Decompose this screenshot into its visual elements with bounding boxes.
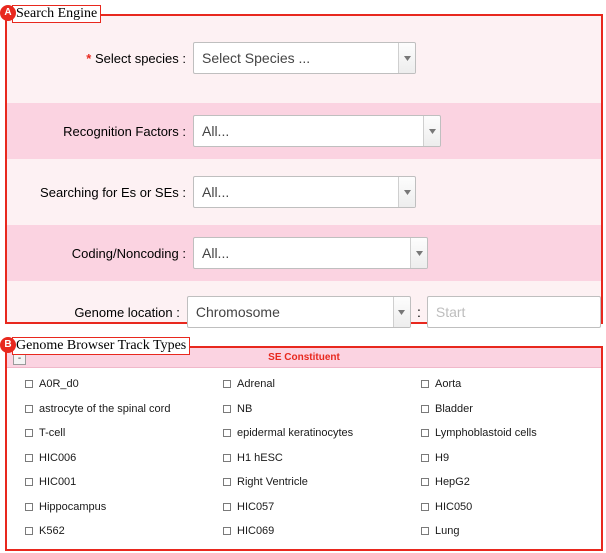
checkbox-icon[interactable] <box>421 503 429 511</box>
track-item[interactable]: T-cell <box>7 421 205 446</box>
track-item[interactable]: HepG2 <box>403 470 601 495</box>
track-item-label: A0R_d0 <box>39 378 79 390</box>
checkbox-icon[interactable] <box>25 503 33 511</box>
track-item-label: HIC050 <box>435 501 472 513</box>
track-item-label: H1 hESC <box>237 452 283 464</box>
track-item-label: Lung <box>435 525 459 537</box>
track-types-panel: - SE Constituent A0R_d0 Adrenal Aorta as… <box>5 346 603 551</box>
track-item-label: Lymphoblastoid cells <box>435 427 537 439</box>
track-item[interactable]: Adrenal <box>205 372 403 397</box>
track-item-label: HIC001 <box>39 476 76 488</box>
track-item-label: Hippocampus <box>39 501 106 513</box>
track-item-label: Adrenal <box>237 378 275 390</box>
track-item[interactable]: NB <box>205 397 403 422</box>
track-item-label: Aorta <box>435 378 461 390</box>
select-es-or-ses-value: All... <box>202 184 229 200</box>
label-coding-noncoding: Coding/Noncoding : <box>7 246 193 261</box>
checkbox-icon[interactable] <box>223 503 231 511</box>
location-separator: : <box>417 304 421 320</box>
track-item[interactable]: Bladder <box>403 397 601 422</box>
track-item[interactable]: HIC069 <box>205 519 403 544</box>
chevron-down-icon[interactable] <box>423 116 440 146</box>
track-item-label: epidermal keratinocytes <box>237 427 353 439</box>
track-item[interactable]: H1 hESC <box>205 446 403 471</box>
checkbox-icon[interactable] <box>25 380 33 388</box>
section-b-title: Genome Browser Track Types <box>12 337 190 355</box>
track-item-label: K562 <box>39 525 65 537</box>
select-chromosome[interactable]: Chromosome <box>187 296 411 328</box>
track-item-label: HIC069 <box>237 525 274 537</box>
track-item[interactable]: Lung <box>403 519 601 544</box>
track-item[interactable]: H9 <box>403 446 601 471</box>
track-item[interactable]: epidermal keratinocytes <box>205 421 403 446</box>
track-item[interactable]: Right Ventricle <box>205 470 403 495</box>
checkbox-icon[interactable] <box>421 454 429 462</box>
track-item[interactable]: HIC050 <box>403 495 601 520</box>
select-coding-noncoding[interactable]: All... <box>193 237 428 269</box>
chevron-down-icon[interactable] <box>393 297 410 327</box>
track-item-label: H9 <box>435 452 449 464</box>
checkbox-icon[interactable] <box>25 478 33 486</box>
checkbox-icon[interactable] <box>25 454 33 462</box>
track-item-label: T-cell <box>39 427 65 439</box>
required-asterisk: * <box>86 51 91 66</box>
form-row-select-species: * Select species : Select Species ... <box>7 30 601 86</box>
label-es-or-ses: Searching for Es or SEs : <box>7 185 193 200</box>
checkbox-icon[interactable] <box>25 405 33 413</box>
track-item[interactable]: Lymphoblastoid cells <box>403 421 601 446</box>
select-species-value: Select Species ... <box>202 50 310 66</box>
label-select-species: * Select species : <box>7 51 193 66</box>
label-recognition-factors: Recognition Factors : <box>7 124 193 139</box>
track-item[interactable]: Aorta <box>403 372 601 397</box>
track-item-label: Bladder <box>435 403 473 415</box>
track-item-label: Right Ventricle <box>237 476 308 488</box>
select-species[interactable]: Select Species ... <box>193 42 416 74</box>
checkbox-icon[interactable] <box>421 478 429 486</box>
track-item[interactable]: astrocyte of the spinal cord <box>7 397 205 422</box>
checkbox-icon[interactable] <box>25 527 33 535</box>
checkbox-icon[interactable] <box>421 405 429 413</box>
checkbox-icon[interactable] <box>223 429 231 437</box>
checkbox-icon[interactable] <box>421 380 429 388</box>
chevron-down-icon[interactable] <box>398 177 415 207</box>
select-recognition-factors[interactable]: All... <box>193 115 441 147</box>
checkbox-icon[interactable] <box>223 380 231 388</box>
section-a-title: Search Engine <box>12 5 101 23</box>
track-item-label: HIC057 <box>237 501 274 513</box>
track-item[interactable]: Hippocampus <box>7 495 205 520</box>
checkbox-icon[interactable] <box>223 527 231 535</box>
form-row-recognition-factors: Recognition Factors : All... <box>7 103 601 159</box>
form-row-es-or-ses: Searching for Es or SEs : All... <box>7 164 601 220</box>
checkbox-icon[interactable] <box>223 478 231 486</box>
select-coding-noncoding-value: All... <box>202 245 229 261</box>
search-engine-panel: * Select species : Select Species ... Re… <box>5 14 603 324</box>
checkbox-icon[interactable] <box>25 429 33 437</box>
track-item-label: astrocyte of the spinal cord <box>39 403 170 415</box>
track-checkbox-grid: A0R_d0 Adrenal Aorta astrocyte of the sp… <box>7 368 601 544</box>
checkbox-icon[interactable] <box>223 454 231 462</box>
track-item-label: HIC006 <box>39 452 76 464</box>
track-item-label: NB <box>237 403 252 415</box>
checkbox-icon[interactable] <box>421 429 429 437</box>
form-row-genome-location: Genome location : Chromosome : Start <box>7 284 601 340</box>
checkbox-icon[interactable] <box>421 527 429 535</box>
track-item-label: HepG2 <box>435 476 470 488</box>
annotation-badge-a: A <box>0 5 16 21</box>
track-item[interactable]: K562 <box>7 519 205 544</box>
select-recognition-factors-value: All... <box>202 123 229 139</box>
select-chromosome-value: Chromosome <box>196 304 280 320</box>
chevron-down-icon[interactable] <box>398 43 415 73</box>
track-item[interactable]: A0R_d0 <box>7 372 205 397</box>
annotation-badge-b: B <box>0 337 16 353</box>
input-start-position[interactable]: Start <box>427 296 601 328</box>
form-row-coding-noncoding: Coding/Noncoding : All... <box>7 225 601 281</box>
track-item[interactable]: HIC057 <box>205 495 403 520</box>
chevron-down-icon[interactable] <box>410 238 427 268</box>
track-item[interactable]: HIC006 <box>7 446 205 471</box>
track-item[interactable]: HIC001 <box>7 470 205 495</box>
checkbox-icon[interactable] <box>223 405 231 413</box>
label-genome-location: Genome location : <box>7 305 187 320</box>
select-es-or-ses[interactable]: All... <box>193 176 416 208</box>
